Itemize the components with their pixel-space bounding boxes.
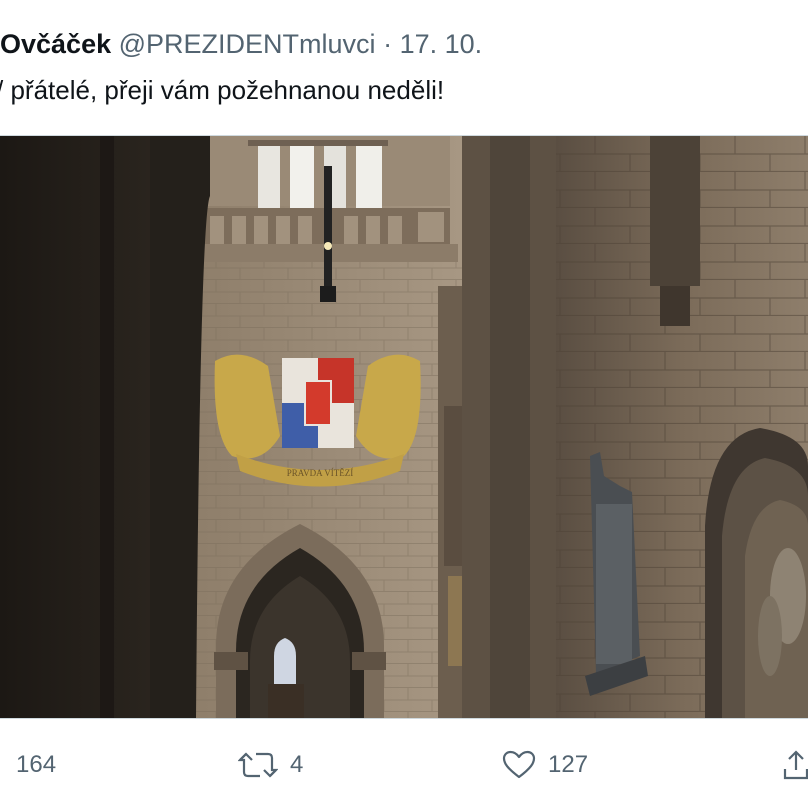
like-button[interactable]: 127	[502, 740, 588, 790]
cathedral-photo: PRAVDA VÍTĚZÍ	[0, 136, 808, 718]
author-name[interactable]: Ovčáček	[0, 29, 111, 59]
retweet-button[interactable]: 4	[238, 740, 303, 790]
tweet-photo[interactable]: PRAVDA VÍTĚZÍ	[0, 135, 808, 719]
reply-action[interactable]: 164	[16, 740, 56, 790]
separator: ·	[383, 29, 393, 59]
retweet-count: 4	[290, 751, 304, 778]
heart-icon	[502, 750, 536, 780]
partial-text-prefix: /	[0, 75, 3, 105]
reply-count: 164	[16, 751, 57, 778]
tweet-body: přátelé, přeji vám požehnanou neděli!	[10, 75, 445, 105]
retweet-icon	[238, 750, 278, 780]
tweet-date[interactable]: 17. 10.	[400, 29, 483, 59]
emblem-motto: PRAVDA VÍTĚZÍ	[287, 468, 353, 478]
like-count: 127	[548, 751, 589, 778]
share-icon	[782, 749, 808, 781]
share-button[interactable]	[782, 740, 808, 790]
author-handle[interactable]: @PREZIDENTmluvci	[119, 29, 376, 59]
tweet-actions: 164 4 127	[0, 740, 808, 790]
tweet-header: Ovčáček @PREZIDENTmluvci · 17. 10.	[0, 22, 482, 66]
sculpted-portal	[705, 428, 808, 718]
tweet-text: / přátelé, přeji vám požehnanou neděli!	[0, 70, 444, 110]
